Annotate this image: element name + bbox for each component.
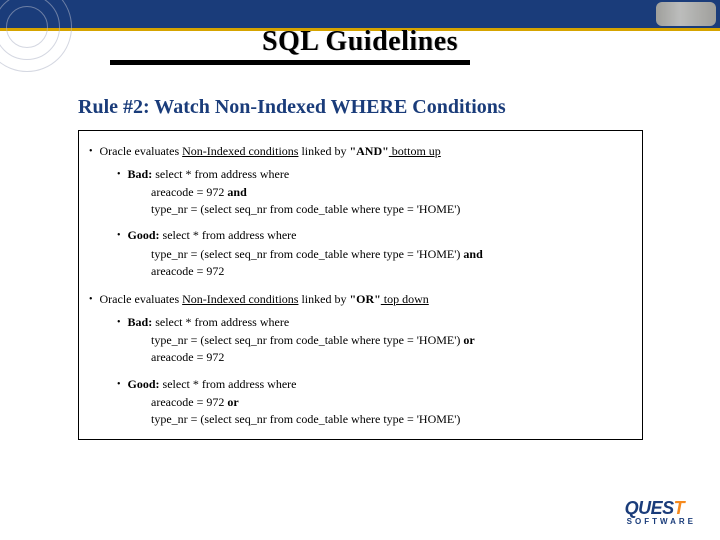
logo-text-accent: T [674, 498, 685, 518]
content-box: Oracle evaluates Non-Indexed conditions … [78, 130, 643, 440]
rule-subtitle: Rule #2: Watch Non-Indexed WHERE Conditi… [78, 96, 506, 119]
and-rule-statement: Oracle evaluates Non-Indexed conditions … [89, 143, 632, 160]
code-line: type_nr = (select seq_nr from code_table… [151, 201, 632, 217]
page-title: SQL Guidelines [0, 26, 720, 58]
code-line: type_nr = (select seq_nr from code_table… [151, 246, 632, 262]
logo-text-sub: SOFTWARE [627, 517, 696, 526]
or-rule-statement: Oracle evaluates Non-Indexed conditions … [89, 291, 632, 308]
code-line: areacode = 972 and [151, 184, 632, 200]
header-band [0, 0, 720, 28]
title-underline [110, 60, 470, 65]
face-graphic [650, 0, 720, 28]
or-bad-example: Bad: select * from address where [117, 314, 632, 331]
quest-logo: QUEST SOFTWARE [625, 498, 696, 526]
code-line: areacode = 972 [151, 263, 632, 279]
logo-text-main: QUES [625, 498, 674, 518]
code-line: type_nr = (select seq_nr from code_table… [151, 411, 632, 427]
and-good-example: Good: select * from address where [117, 227, 632, 244]
or-good-example: Good: select * from address where [117, 376, 632, 393]
code-line: areacode = 972 or [151, 394, 632, 410]
code-line: areacode = 972 [151, 349, 632, 365]
code-line: type_nr = (select seq_nr from code_table… [151, 332, 632, 348]
and-bad-example: Bad: select * from address where [117, 166, 632, 183]
